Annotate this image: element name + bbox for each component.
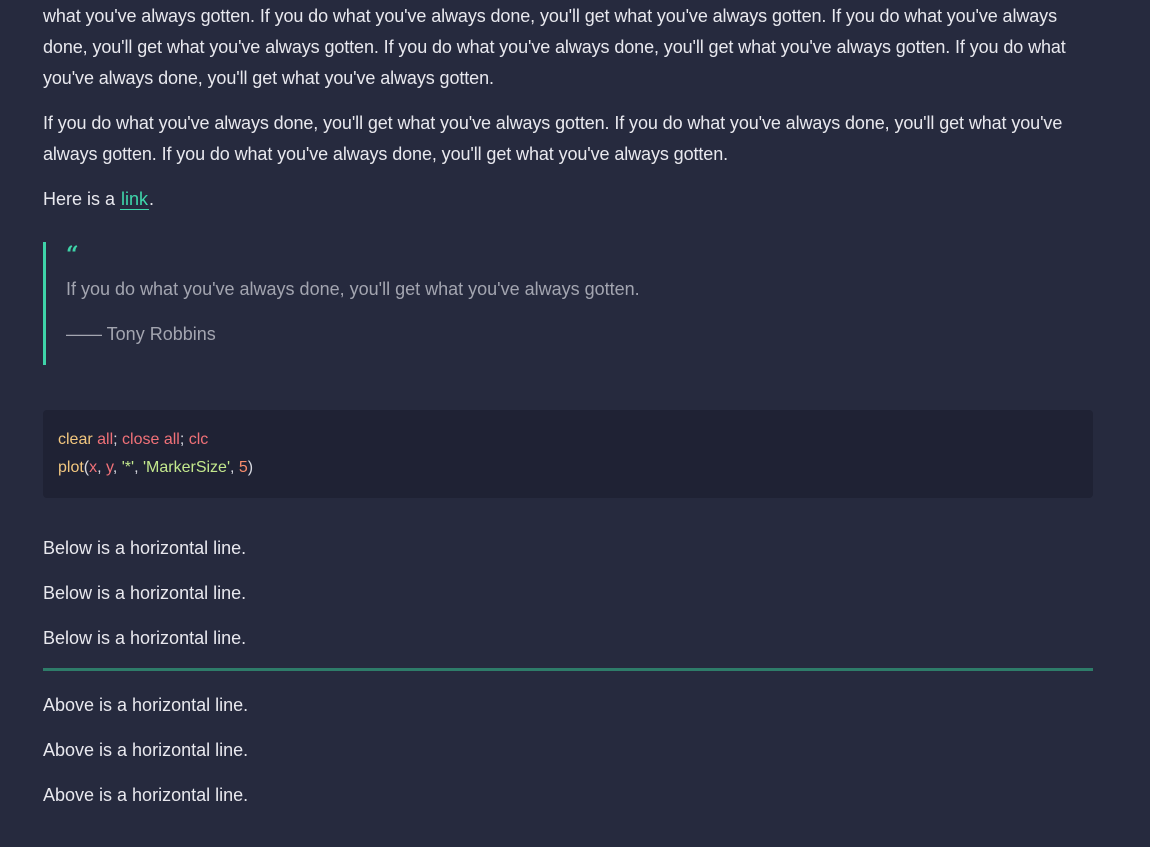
paragraph-2: If you do what you've always done, you'l… (43, 113, 1063, 164)
quote-text: If you do what you've always done, you'l… (66, 279, 640, 299)
code-token: '*' (117, 459, 135, 476)
link-suffix: . (149, 189, 155, 209)
paragraph-1: what you've always gotten. If you do wha… (43, 6, 1066, 88)
above-line-text: Above is a horizontal line. (43, 695, 249, 715)
code-line-2: plot(x, y, '*', 'MarkerSize', 5) (58, 454, 1078, 482)
below-line-text: Below is a horizontal line. (43, 628, 247, 648)
blockquote: “ If you do what you've always done, you… (43, 242, 1093, 365)
above-line-text: Above is a horizontal line. (43, 740, 249, 760)
code-token: ) (247, 459, 254, 476)
document-page: what you've always gotten. If you do wha… (0, 0, 1150, 847)
below-line-text: Below is a horizontal line. (43, 538, 247, 558)
quote-mark-icon: “ (66, 242, 79, 268)
document-content: what you've always gotten. If you do wha… (43, 1, 1093, 825)
code-token: all (92, 431, 114, 448)
quote-author: —— Tony Robbins (66, 324, 216, 344)
code-block: clear all; close all; clc plot(x, y, '*'… (43, 410, 1093, 498)
code-token: close all (117, 431, 180, 448)
horizontal-rule (43, 668, 1093, 671)
code-token: plot (58, 459, 84, 476)
below-line-text: Below is a horizontal line. (43, 583, 247, 603)
code-token: x (89, 459, 98, 476)
above-lines: Above is a horizontal line. Above is a h… (43, 690, 1093, 811)
code-token: clear (58, 431, 93, 448)
code-token: y (101, 459, 113, 476)
code-token: clc (184, 431, 209, 448)
code-line-1: clear all; close all; clc (58, 426, 1078, 454)
below-lines: Below is a horizontal line. Below is a h… (43, 533, 1093, 654)
link[interactable]: link (120, 189, 150, 210)
code-token: 5 (234, 459, 248, 476)
link-prefix: Here is a (43, 189, 121, 209)
link-sentence: Here is a link. (43, 184, 1093, 215)
code-token: 'MarkerSize' (138, 459, 230, 476)
above-line-text: Above is a horizontal line. (43, 785, 249, 805)
